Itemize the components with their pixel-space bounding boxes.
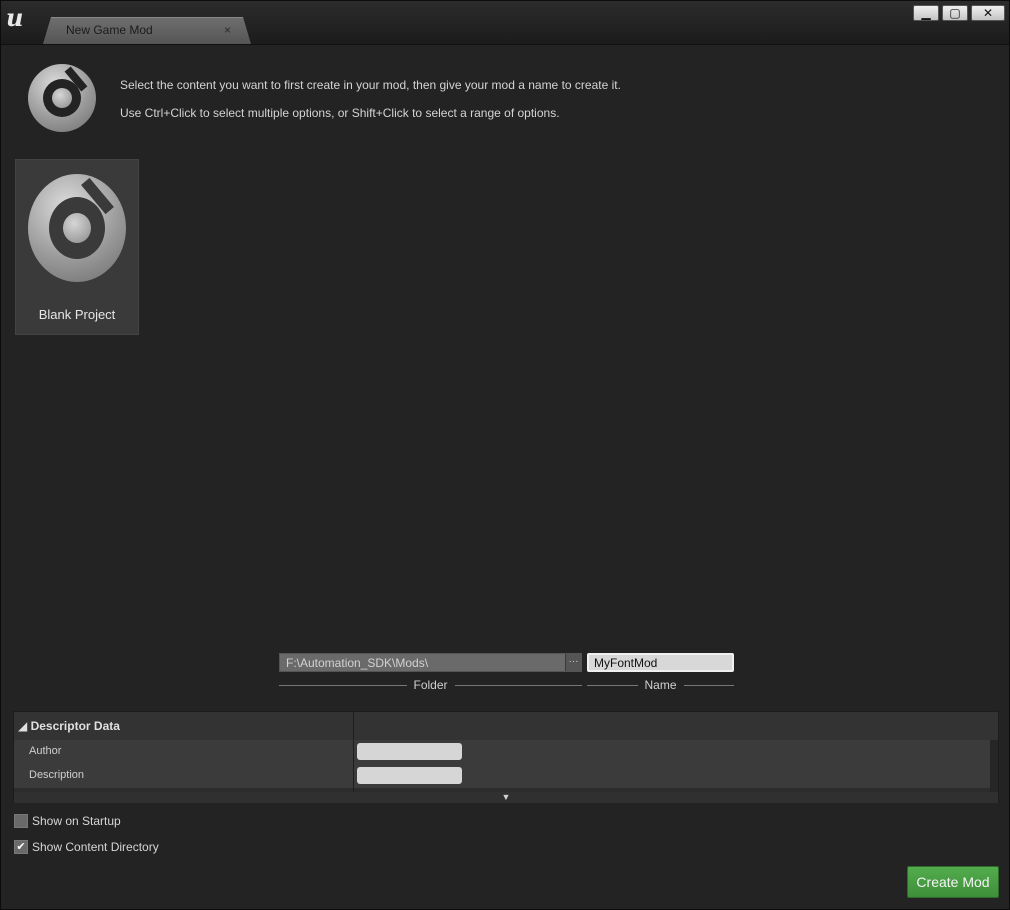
mod-name-input[interactable]: MyFontMod — [587, 653, 734, 672]
descriptor-scrollbar[interactable] — [990, 740, 998, 792]
close-button[interactable]: ✕ — [971, 5, 1005, 21]
show-on-startup-checkbox[interactable] — [14, 814, 28, 828]
descriptor-header[interactable]: ◢ Descriptor Data — [14, 712, 998, 740]
author-label: Author — [29, 745, 62, 757]
description-label: Description — [29, 769, 85, 781]
tab-new-game-mod[interactable]: New Game Mod × — [43, 17, 251, 44]
descriptor-row-author: Author — [14, 740, 992, 764]
show-on-startup-option[interactable]: Show on Startup — [14, 814, 121, 828]
show-on-startup-label: Show on Startup — [32, 814, 121, 828]
create-mod-button[interactable]: Create Mod — [907, 866, 999, 898]
name-caption: Name — [587, 678, 735, 692]
intro-text-line-2: Use Ctrl+Click to select multiple option… — [120, 106, 560, 120]
template-tile-blank-project[interactable]: Blank Project — [15, 159, 139, 335]
minimize-button[interactable]: ▁ — [913, 5, 939, 21]
descriptor-data-panel: ◢ Descriptor Data Author Description ▼ — [13, 711, 999, 803]
template-label: Blank Project — [38, 307, 116, 322]
show-content-directory-checkbox[interactable]: ✔ — [14, 840, 28, 854]
mod-header-icon — [28, 64, 96, 132]
descriptor-title: ◢ Descriptor Data — [18, 719, 120, 733]
intro-text-line-1: Select the content you want to first cre… — [120, 78, 621, 92]
descriptor-row-description: Description — [14, 764, 992, 788]
window-controls: ▁ ▢ ✕ — [913, 5, 1005, 21]
title-bar[interactable]: u New Game Mod × ▁ ▢ ✕ — [1, 1, 1009, 45]
expand-advanced-arrow-icon[interactable]: ▼ — [14, 792, 998, 803]
show-content-directory-option[interactable]: ✔ Show Content Directory — [14, 840, 159, 854]
tab-close-icon[interactable]: × — [224, 23, 231, 37]
mod-name-value: MyFontMod — [594, 656, 658, 670]
tab-label: New Game Mod — [66, 23, 153, 37]
new-game-mod-window: u New Game Mod × ▁ ▢ ✕ Select the conten… — [0, 0, 1010, 910]
folder-caption: Folder — [279, 678, 583, 692]
folder-path-field[interactable]: F:\Automation_SDK\Mods\ ··· — [279, 653, 582, 672]
folder-path-value: F:\Automation_SDK\Mods\ — [286, 656, 429, 670]
author-input[interactable] — [357, 743, 462, 760]
maximize-button[interactable]: ▢ — [942, 5, 968, 21]
unreal-logo-icon: u — [6, 3, 24, 32]
blank-project-icon — [28, 174, 126, 282]
description-input[interactable] — [357, 767, 462, 784]
column-divider[interactable] — [353, 712, 354, 792]
browse-folder-button[interactable]: ··· — [565, 654, 581, 671]
show-content-directory-label: Show Content Directory — [32, 840, 159, 854]
